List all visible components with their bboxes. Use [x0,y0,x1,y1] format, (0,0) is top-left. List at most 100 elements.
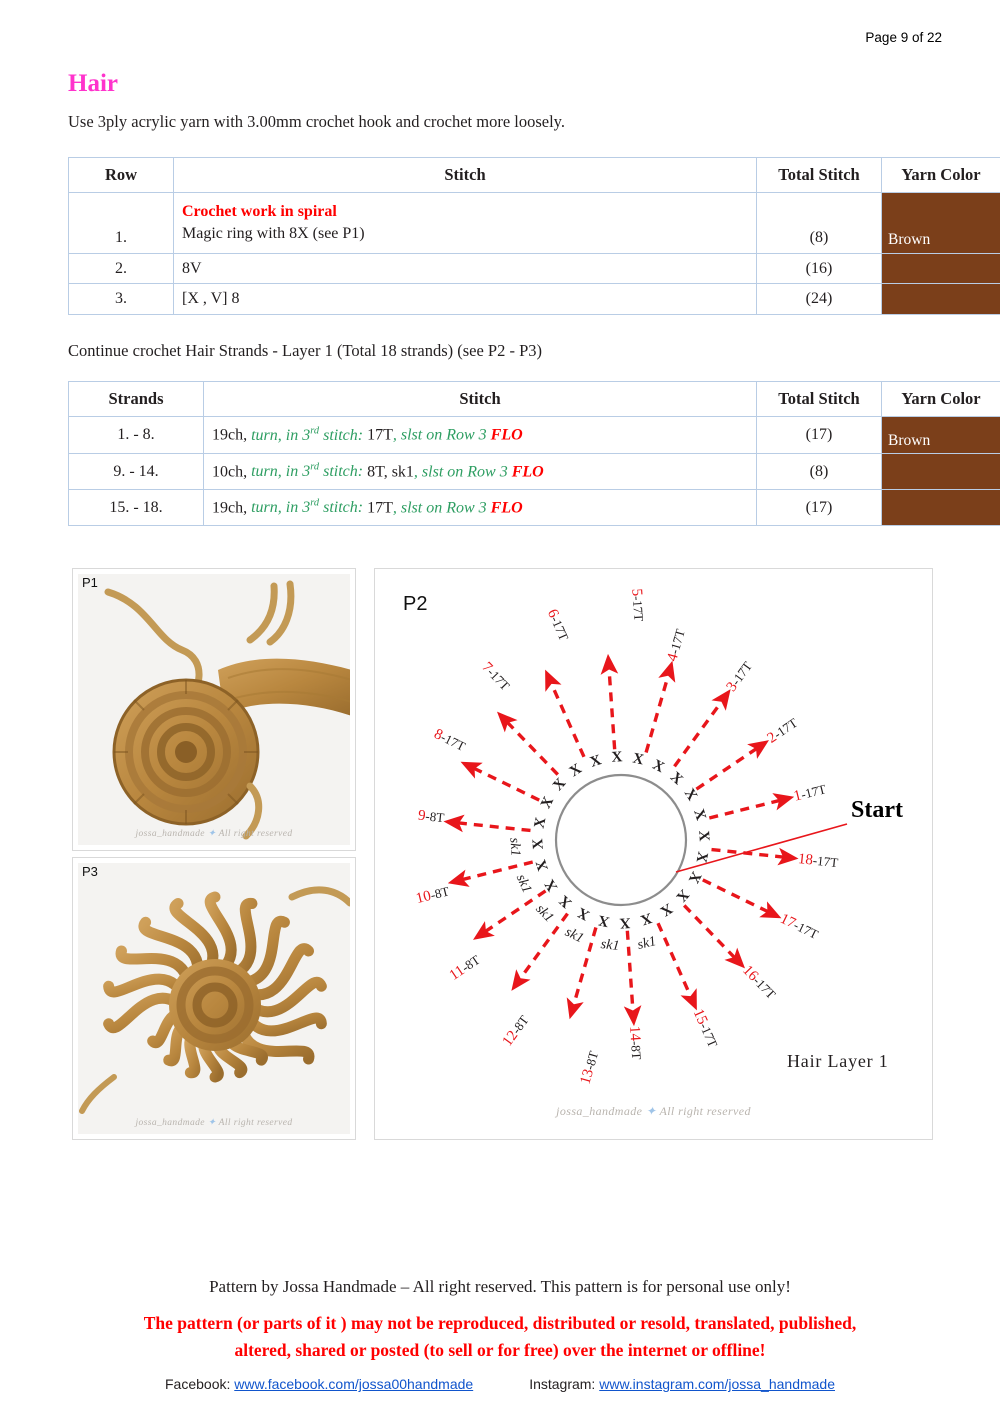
cell-stitch-text: [X , V] 8 [173,283,757,315]
stitch-mark-x: X [610,749,623,766]
p3-photo: jossa_handmade ✦ All right reserved [78,863,350,1134]
footer-line-1: Pattern by Jossa Handmade – All right re… [209,1277,791,1296]
cell-yarn [881,489,1000,526]
p3-illustration [78,863,350,1134]
figure-tag-p2: P2 [403,593,428,615]
strand-arrow-14 [623,930,642,1027]
footer-line-2b: altered, shared or posted (to sell or fo… [234,1340,766,1361]
figure-tag-p1: P1 [82,575,98,590]
stitch-mark-x: X [530,838,547,851]
table-row: 9. - 14. 10ch, turn, in 3rd stitch: 8T, … [68,453,1000,490]
col-header-yarn: Yarn Color [881,381,1000,417]
stitch-count: 17T [367,499,393,517]
strand-number: 14 [625,1024,643,1042]
instagram-link-group: Instagram: www.instagram.com/jossa_handm… [529,1376,835,1392]
instagram-label: Instagram: [529,1376,596,1392]
col-header-total: Total Stitch [756,157,882,193]
stitch-turn: turn, in 3rd stitch: [251,497,364,517]
facebook-link[interactable]: www.facebook.com/jossa00handmade [234,1376,473,1392]
table-row: 3. [X , V] 8 (24) [68,283,1000,315]
strand-stitch-count: -17T [799,781,828,802]
stitch-slst: , slst on Row 3 [392,499,487,517]
document-page: Page 9 of 22 Hair Use 3ply acrylic yarn … [0,0,1000,1413]
yarn-swatch [882,454,1000,489]
cell-total: (8) [756,453,882,490]
figure-p2-diagram: P2 XXXXXXXXXXXXXXXXXXXXXXXX sk1 sk1 sk1 sk1… [374,568,933,1140]
cell-stitch: 10ch, turn, in 3rd stitch: 8T, sk1, slst… [203,453,757,490]
table-row: 15. - 18. 19ch, turn, in 3rd stitch: 17T… [68,489,1000,526]
col-header-strands: Strands [68,381,204,417]
figure-p3: jossa_handmade ✦ All right reserved P3 [72,857,356,1140]
yarn-swatch: Brown [882,417,1000,453]
sk1-label-1: sk1 [506,837,523,858]
stitch-turn: turn, in 3rd stitch: [251,461,364,481]
yarn-swatch [882,284,1000,314]
col-header-row: Row [68,157,174,193]
strand-label-18: 18-17T [797,850,839,872]
instagram-link[interactable]: www.instagram.com/jossa_handmade [599,1376,835,1392]
strands-table: Strands Stitch Total Stitch Yarn Color 1… [68,381,1000,526]
cell-row-number: 2. [68,253,174,284]
strand-label-9: 9-8T [417,807,445,828]
figure-p1: jossa_handmade ✦ All right reserved P1 [72,568,356,851]
watermark: jossa_handmade ✦ All right reserved [135,829,293,839]
strand-label-5: 5-17T [627,588,647,622]
cell-total: (17) [756,489,882,526]
strand-number: 18 [797,850,814,869]
rows-table: Row Stitch Total Stitch Yarn Color 1. Cr… [68,157,1000,315]
cell-strand-range: 9. - 14. [68,453,204,490]
stitch-flo: FLO [511,463,544,481]
strand-arrow-6 [545,669,586,758]
strand-arrow-5 [600,653,619,750]
p1-illustration [78,574,350,845]
cell-yarn [881,253,1000,284]
cell-stitch: 19ch, turn, in 3rd stitch: 17T, slst on … [203,416,757,454]
cell-row-number: 1. [68,192,174,254]
page-title: Hair [68,70,118,97]
watermark: jossa_handmade ✦ All right reserved [135,1118,293,1128]
strand-stitch-count: -8T [628,1039,645,1060]
diagram-caption: Hair Layer 1 [787,1051,889,1071]
heart-icon: ✦ [645,1104,657,1118]
strand-arrow-17 [702,878,782,919]
cell-total: (8) [756,192,882,254]
strand-stitch-count: -8T [424,808,445,826]
table-header-row: Row Stitch Total Stitch Yarn Color [68,157,1000,193]
facebook-label: Facebook: [165,1376,231,1392]
cell-strand-range: 1. - 8. [68,416,204,454]
cell-stitch: Crochet work in spiral Magic ring with 8… [173,192,757,254]
cell-stitch: 19ch, turn, in 3rd stitch: 17T, slst on … [203,489,757,526]
stitch-count: 17T [367,426,393,444]
yarn-swatch [882,490,1000,525]
footer-links: Facebook: www.facebook.com/jossa00handma… [0,1376,1000,1392]
strand-stitch-count: -17T [629,595,647,623]
yarn-swatch: Brown [882,193,1000,253]
cell-total: (17) [756,416,882,454]
col-header-yarn: Yarn Color [881,157,1000,193]
strand-arrow-4 [644,660,676,753]
stitch-slst: , slst on Row 3 [392,426,487,444]
strand-arrow-16 [682,904,746,969]
stitch-flo: FLO [490,426,523,444]
watermark: jossa_handmade ✦ All right reserved [556,1104,751,1118]
col-header-stitch: Stitch [173,157,757,193]
stitch-turn: turn, in 3rd stitch: [251,425,364,444]
strand-arrow-15 [656,922,697,1011]
cell-row-number: 3. [68,283,174,315]
p1-photo: jossa_handmade ✦ All right reserved [78,574,350,845]
strand-arrow-2 [695,740,769,791]
strand-label-14: 14-8T [625,1025,645,1060]
intro-text: Use 3ply acrylic yarn with 3.00mm croche… [68,112,565,131]
col-header-stitch: Stitch [203,381,757,417]
strand-stitch-count: -8T [581,1049,601,1072]
table-row: 2. 8V (16) [68,253,1000,284]
yarn-swatch [882,254,1000,283]
cell-stitch-text: Magic ring with 8X (see P1) [182,225,365,242]
facebook-link-group: Facebook: www.facebook.com/jossa00handma… [165,1376,473,1392]
stitch-mark-x: X [695,829,712,842]
cell-total: (24) [756,283,882,315]
strands-note: Continue crochet Hair Strands - Layer 1 … [68,341,543,360]
spiral-note: Crochet work in spiral [182,203,337,220]
strand-arrow-8 [460,761,540,802]
stitch-count: 8T [367,463,384,481]
